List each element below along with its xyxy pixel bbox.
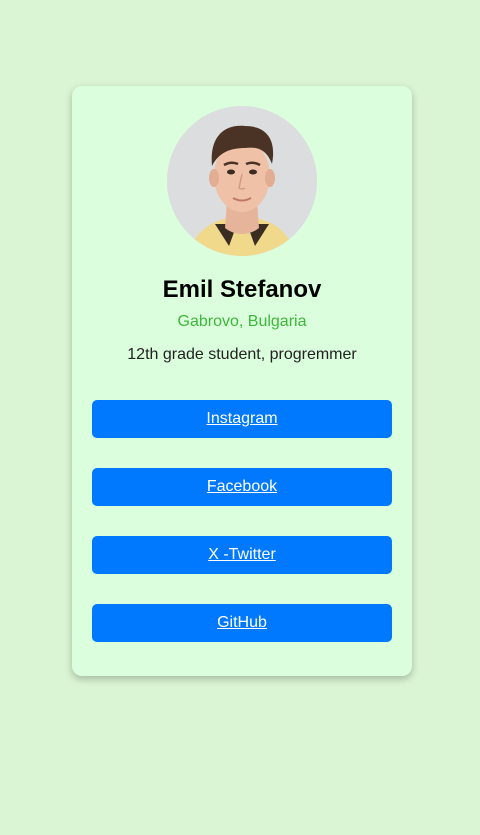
profile-location: Gabrovo, Bulgaria — [177, 313, 307, 330]
profile-name: Emil Stefanov — [162, 276, 322, 303]
avatar — [167, 106, 317, 256]
profile-bio: 12th grade student, progremmer — [127, 346, 357, 363]
profile-card: Emil Stefanov Gabrovo, Bulgaria 12th gra… — [72, 86, 412, 676]
facebook-link-button[interactable]: Facebook — [92, 468, 392, 506]
profile-photo — [167, 106, 317, 256]
twitter-link-button[interactable]: X -Twitter — [92, 536, 392, 574]
instagram-link-button[interactable]: Instagram — [92, 400, 392, 438]
github-link-button[interactable]: GitHub — [92, 604, 392, 642]
